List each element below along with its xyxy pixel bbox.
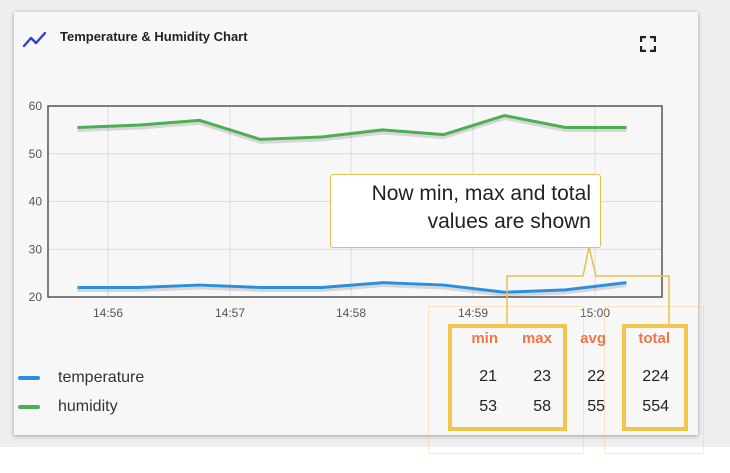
callout-tooltip: Now min, max and total values are shown — [330, 174, 601, 248]
callout-line-1: Now min, max and total — [371, 182, 591, 205]
callout-line-2: values are shown — [427, 210, 591, 233]
